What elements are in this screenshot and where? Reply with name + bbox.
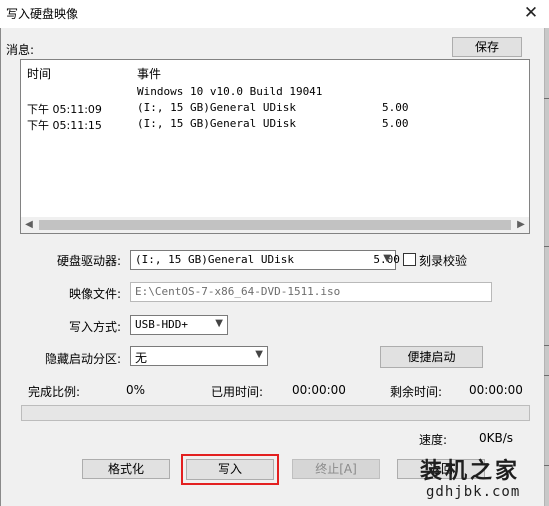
verify-label: 刻录校验 — [419, 254, 468, 268]
window-right-border — [544, 28, 549, 506]
elapsed-label: 已用时间: — [211, 385, 264, 399]
drive-select[interactable]: (I:, 15 GB)General UDisk 5.00 ▼ — [130, 250, 400, 270]
quick-boot-button[interactable]: 便捷启动 — [380, 346, 483, 368]
log-event: Windows 10 v10.0 Build 19041 — [137, 85, 323, 98]
progress-bar — [21, 405, 530, 421]
scroll-left-icon[interactable]: ◀ — [21, 217, 37, 233]
save-button[interactable]: 保存 — [452, 37, 522, 57]
message-log: 时间 事件 Windows 10 v10.0 Build 19041 下午 05… — [20, 59, 530, 234]
log-event: (I:, 15 GB)General UDisk 5.00 — [137, 101, 409, 114]
hidden-partition-label: 隐藏启动分区: — [45, 352, 122, 366]
scrollbar-thumb[interactable] — [39, 220, 511, 230]
watermark-url: gdhjbk.com — [426, 484, 521, 500]
elapsed-value: 00:00:00 — [292, 383, 346, 397]
title-bar — [0, 0, 549, 28]
messages-label: 消息: — [6, 43, 35, 57]
drive-label: 硬盘驱动器: — [57, 254, 122, 268]
chevron-down-icon: ▼ — [215, 318, 223, 329]
log-event: (I:, 15 GB)General UDisk 5.00 — [137, 117, 409, 130]
background-divider — [544, 246, 549, 247]
window-title: 写入硬盘映像 — [6, 7, 79, 21]
verify-checkbox[interactable] — [403, 253, 416, 266]
column-header-time: 时间 — [27, 67, 52, 81]
image-file-field[interactable]: E:\CentOS-7-x86_64-DVD-1511.iso — [130, 282, 492, 302]
close-icon[interactable]: ✕ — [520, 2, 542, 24]
column-header-event: 事件 — [137, 67, 162, 81]
background-divider — [544, 375, 549, 376]
method-select[interactable]: USB-HDD+ ▼ — [130, 315, 228, 335]
background-divider — [544, 465, 549, 466]
log-time: 下午 05:11:15 — [27, 119, 102, 132]
image-file-value: E:\CentOS-7-x86_64-DVD-1511.iso — [135, 285, 341, 298]
hidden-partition-value: 无 — [135, 351, 148, 365]
speed-label: 速度: — [419, 433, 448, 447]
method-label: 写入方式: — [69, 320, 122, 334]
background-divider — [544, 345, 549, 346]
background-divider — [544, 98, 549, 99]
image-label: 映像文件: — [69, 287, 122, 301]
ratio-value: 0% — [126, 383, 146, 397]
format-button[interactable]: 格式化 — [82, 459, 170, 479]
hidden-partition-select[interactable]: 无 ▼ — [130, 346, 268, 366]
remaining-label: 剩余时间: — [390, 385, 443, 399]
chevron-down-icon: ▼ — [255, 349, 263, 360]
window-left-border — [0, 28, 1, 506]
speed-value: 0KB/s — [479, 431, 514, 445]
log-time: 下午 05:11:09 — [27, 103, 102, 116]
abort-button[interactable]: 终止[A] — [292, 459, 380, 479]
ratio-label: 完成比例: — [28, 385, 81, 399]
write-button-highlight — [181, 454, 279, 485]
remaining-value: 00:00:00 — [469, 383, 523, 397]
horizontal-scrollbar[interactable]: ◀ ▶ — [21, 217, 529, 233]
chevron-down-icon: ▼ — [383, 253, 391, 264]
drive-value: (I:, 15 GB)General UDisk 5.00 — [135, 253, 400, 266]
scroll-right-icon[interactable]: ▶ — [513, 217, 529, 233]
watermark-text: 装机之家 — [420, 459, 521, 484]
method-value: USB-HDD+ — [135, 318, 188, 331]
